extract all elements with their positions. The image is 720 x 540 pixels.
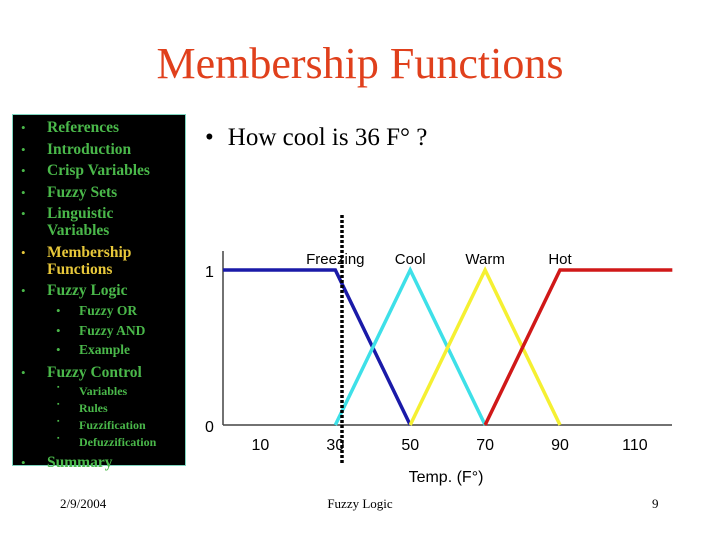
- x-axis-label: Temp. (F°): [409, 469, 484, 486]
- series-warm-line: [408, 265, 562, 426]
- series-label: Freezing: [306, 251, 364, 268]
- y-tick-label: 0: [205, 419, 214, 436]
- x-tick-label: 110: [622, 437, 648, 454]
- series-cool-line: [333, 265, 487, 426]
- series-hot-line: [483, 268, 673, 426]
- x-tick-label: 90: [551, 437, 569, 454]
- series-label: Warm: [465, 251, 504, 268]
- series-label: Cool: [395, 251, 426, 268]
- series-freezing-line: [223, 268, 412, 426]
- membership-chart: 0110 30 50 70 90 110Temp. (F°)Freezing Cool War…: [205, 215, 673, 486]
- footer-title: Fuzzy Logic: [327, 496, 393, 511]
- y-tick-label: 1: [205, 264, 214, 281]
- x-tick-label: 50: [401, 437, 419, 454]
- x-tick-label: 10: [252, 437, 270, 454]
- x-tick-label: 70: [476, 437, 494, 454]
- series-label: Hot: [548, 251, 572, 268]
- footer-page-number: 9: [652, 496, 659, 511]
